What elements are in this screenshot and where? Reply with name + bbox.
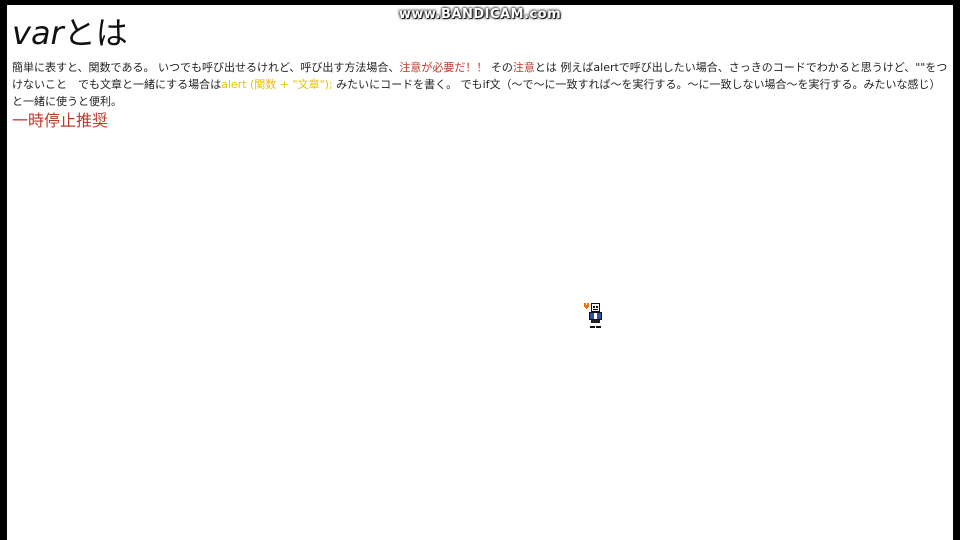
paragraph-text-1: 簡単に表すと、関数である。 いつでも呼び出せるけれど、呼び出す方法場合、 xyxy=(12,61,400,74)
page-content: varとは 簡単に表すと、関数である。 いつでも呼び出せるけれど、呼び出す方法場… xyxy=(12,13,948,131)
paragraph-code-example: alert (関数 + "文章"); xyxy=(221,78,333,91)
pixel-character-sprite xyxy=(584,303,602,328)
pause-recommended-heading: 一時停止推奨 xyxy=(12,111,109,130)
recording-watermark: www.BANDICAM.com xyxy=(398,7,562,22)
page-viewport: varとは 簡単に表すと、関数である。 いつでも呼び出せるけれど、呼び出す方法場… xyxy=(7,5,953,540)
paragraph-text-2: その xyxy=(487,61,513,74)
paragraph-warning-text: 注意が必要だ！！ xyxy=(399,61,488,74)
paragraph-caution-word: 注意 xyxy=(512,61,535,74)
explanation-paragraph: 簡単に表すと、関数である。 いつでも呼び出せるけれど、呼び出す方法場合、注意が必… xyxy=(12,59,948,110)
